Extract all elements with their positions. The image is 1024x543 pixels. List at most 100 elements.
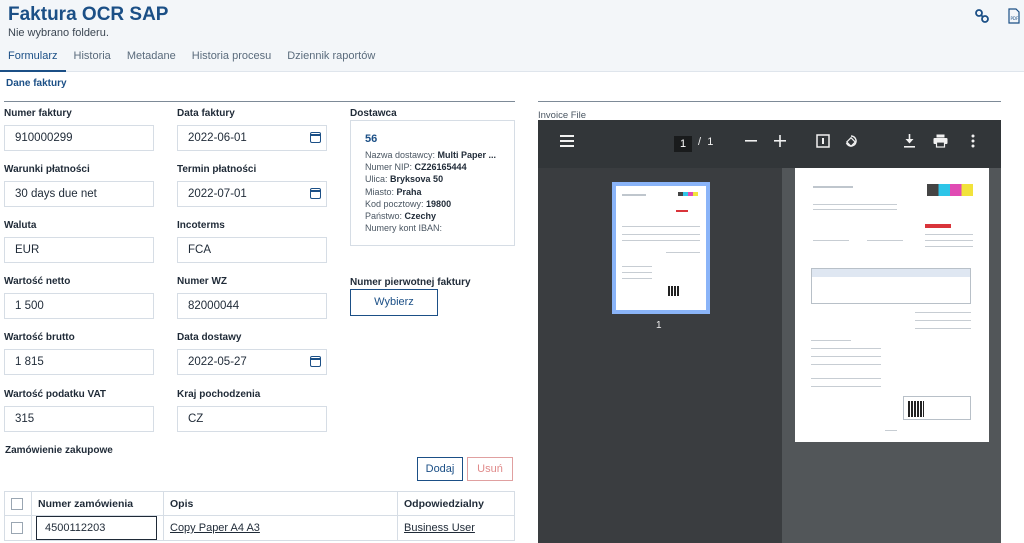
invoice-date-input[interactable]: 2022-06-01 <box>177 125 327 151</box>
currency-label: Waluta <box>4 220 37 231</box>
currency-field: Waluta EUR <box>4 220 154 263</box>
zoom-out-icon[interactable] <box>742 134 760 152</box>
page-line <box>915 312 971 313</box>
app-title: Faktura OCR SAP <box>8 4 169 25</box>
page-line <box>811 348 881 349</box>
add-button[interactable]: Dodaj <box>417 457 463 481</box>
description-cell[interactable]: Copy Paper A4 A3 <box>163 515 398 541</box>
calendar-icon[interactable] <box>310 188 321 199</box>
table-row[interactable]: 4500112203 Copy Paper A4 A3 Business Use… <box>4 515 515 541</box>
page-line <box>813 240 849 241</box>
zoom-in-icon[interactable] <box>771 134 789 152</box>
invoice-number-field: Numer faktury 910000299 <box>4 108 154 151</box>
payment-terms-input[interactable]: 30 days due net <box>4 181 154 207</box>
page-thumbnail[interactable] <box>612 182 710 314</box>
table-header-row: Numer zamówienia Opis Odpowiedzialny <box>4 491 515 516</box>
tab-metadane[interactable]: Metadane <box>119 46 184 72</box>
pdf-icon[interactable]: PDF <box>1006 8 1022 24</box>
select-all-checkbox[interactable] <box>11 497 23 510</box>
wz-number-field: Numer WZ 82000044 <box>177 276 327 319</box>
page-line <box>915 320 971 321</box>
tab-historia-procesu[interactable]: Historia procesu <box>184 46 279 72</box>
vat-value-input[interactable]: 315 <box>4 406 154 432</box>
thumbnail-sidebar: 1 <box>538 168 782 543</box>
invoice-date-value: 2022-06-01 <box>188 132 247 144</box>
thumb-line <box>622 226 700 227</box>
pdf-viewer[interactable]: 1 / 1 1 <box>538 120 1001 543</box>
thumb-line <box>622 278 652 279</box>
svg-text:PDF: PDF <box>1011 16 1019 21</box>
tab-formularz[interactable]: Formularz <box>0 46 66 72</box>
calendar-icon[interactable] <box>310 132 321 143</box>
order-number-cell[interactable]: 4500112203 <box>31 515 164 541</box>
order-number-input[interactable]: 4500112203 <box>36 516 157 540</box>
choose-button[interactable]: Wybierz <box>350 289 438 316</box>
currency-input[interactable]: EUR <box>4 237 154 263</box>
supplier-name-row: Nazwa dostawcy: Multi Paper ... <box>365 150 497 160</box>
supplier-iban-row: Numery kont IBAN: <box>365 223 443 234</box>
column-header-description[interactable]: Opis <box>163 491 398 516</box>
payment-terms-label: Warunki płatności <box>4 164 90 175</box>
tab-dziennik-raportow[interactable]: Dziennik raportów <box>279 46 383 72</box>
page-qr-code <box>908 401 924 417</box>
supplier-street-row: Ulica: Bryksova 50 <box>365 174 444 185</box>
menu-icon[interactable] <box>558 134 576 152</box>
responsible-cell[interactable]: Business User <box>397 515 515 541</box>
delivery-date-input[interactable]: 2022-05-27 <box>177 349 327 375</box>
gross-value-input[interactable]: 1 815 <box>4 349 154 375</box>
column-header-number[interactable]: Numer zamówienia <box>31 491 164 516</box>
supplier-city-row: Miasto: Praha <box>365 186 422 197</box>
supplier-country-row: Państwo: Czechy <box>365 210 437 221</box>
invoice-date-field: Data faktury 2022-06-01 <box>177 108 327 151</box>
link-icon[interactable] <box>974 8 990 24</box>
origin-country-input[interactable]: CZ <box>177 406 327 432</box>
calendar-icon[interactable] <box>310 356 321 367</box>
invoice-number-input[interactable]: 910000299 <box>4 125 154 151</box>
incoterms-label: Incoterms <box>177 220 225 231</box>
due-date-value: 2022-07-01 <box>188 188 247 200</box>
supplier-nip-row: Numer NIP: CZ26165444 <box>365 162 467 173</box>
invoice-number-label: Numer faktury <box>4 108 72 119</box>
more-options-icon[interactable] <box>964 134 982 152</box>
incoterms-input[interactable]: FCA <box>177 237 327 263</box>
page-line <box>813 186 853 188</box>
description-link[interactable]: Copy Paper A4 A3 <box>170 522 260 534</box>
download-icon[interactable] <box>900 134 918 152</box>
section-title: Dane faktury <box>6 78 67 89</box>
net-value-input[interactable]: 1 500 <box>4 293 154 319</box>
page-line <box>811 340 851 341</box>
wz-number-label: Numer WZ <box>177 276 227 287</box>
thumb-qr-code <box>668 286 680 296</box>
responsible-link[interactable]: Business User <box>404 522 475 534</box>
page-stamp-box <box>903 396 971 420</box>
due-date-input[interactable]: 2022-07-01 <box>177 181 327 207</box>
fit-page-icon[interactable] <box>814 134 832 152</box>
column-header-responsible[interactable]: Odpowiedzialny <box>397 491 515 516</box>
tab-bar: Formularz Historia Metadane Historia pro… <box>0 46 383 72</box>
page-line <box>811 378 881 379</box>
row-checkbox[interactable] <box>11 522 23 535</box>
purchase-order-title: Zamówienie zakupowe <box>5 445 113 456</box>
payment-terms-field: Warunki płatności 30 days due net <box>4 164 154 207</box>
supplier-card[interactable]: 56 Nazwa dostawcy: Multi Paper ... Numer… <box>350 120 515 246</box>
page-line <box>811 356 881 357</box>
page-line <box>925 234 973 235</box>
thumb-line <box>622 194 646 196</box>
remove-button[interactable]: Usuń <box>467 457 513 481</box>
incoterms-field: Incoterms FCA <box>177 220 327 263</box>
tab-historia[interactable]: Historia <box>66 46 119 72</box>
thumb-invoice-mark <box>676 210 688 212</box>
page-number-input[interactable]: 1 <box>674 136 692 152</box>
page-line <box>813 204 897 205</box>
page-invoice-mark <box>925 224 951 228</box>
wz-number-input[interactable]: 82000044 <box>177 293 327 319</box>
invoice-page-preview <box>795 168 989 442</box>
due-date-field: Termin płatności 2022-07-01 <box>177 164 327 207</box>
thumbnail-page-number: 1 <box>656 320 662 331</box>
thumb-color-bar <box>678 192 698 196</box>
print-icon[interactable] <box>931 134 949 152</box>
rotate-icon[interactable] <box>842 134 860 152</box>
viewer-divider <box>538 101 1001 102</box>
thumb-line <box>666 252 700 253</box>
invoice-date-label: Data faktury <box>177 108 235 119</box>
